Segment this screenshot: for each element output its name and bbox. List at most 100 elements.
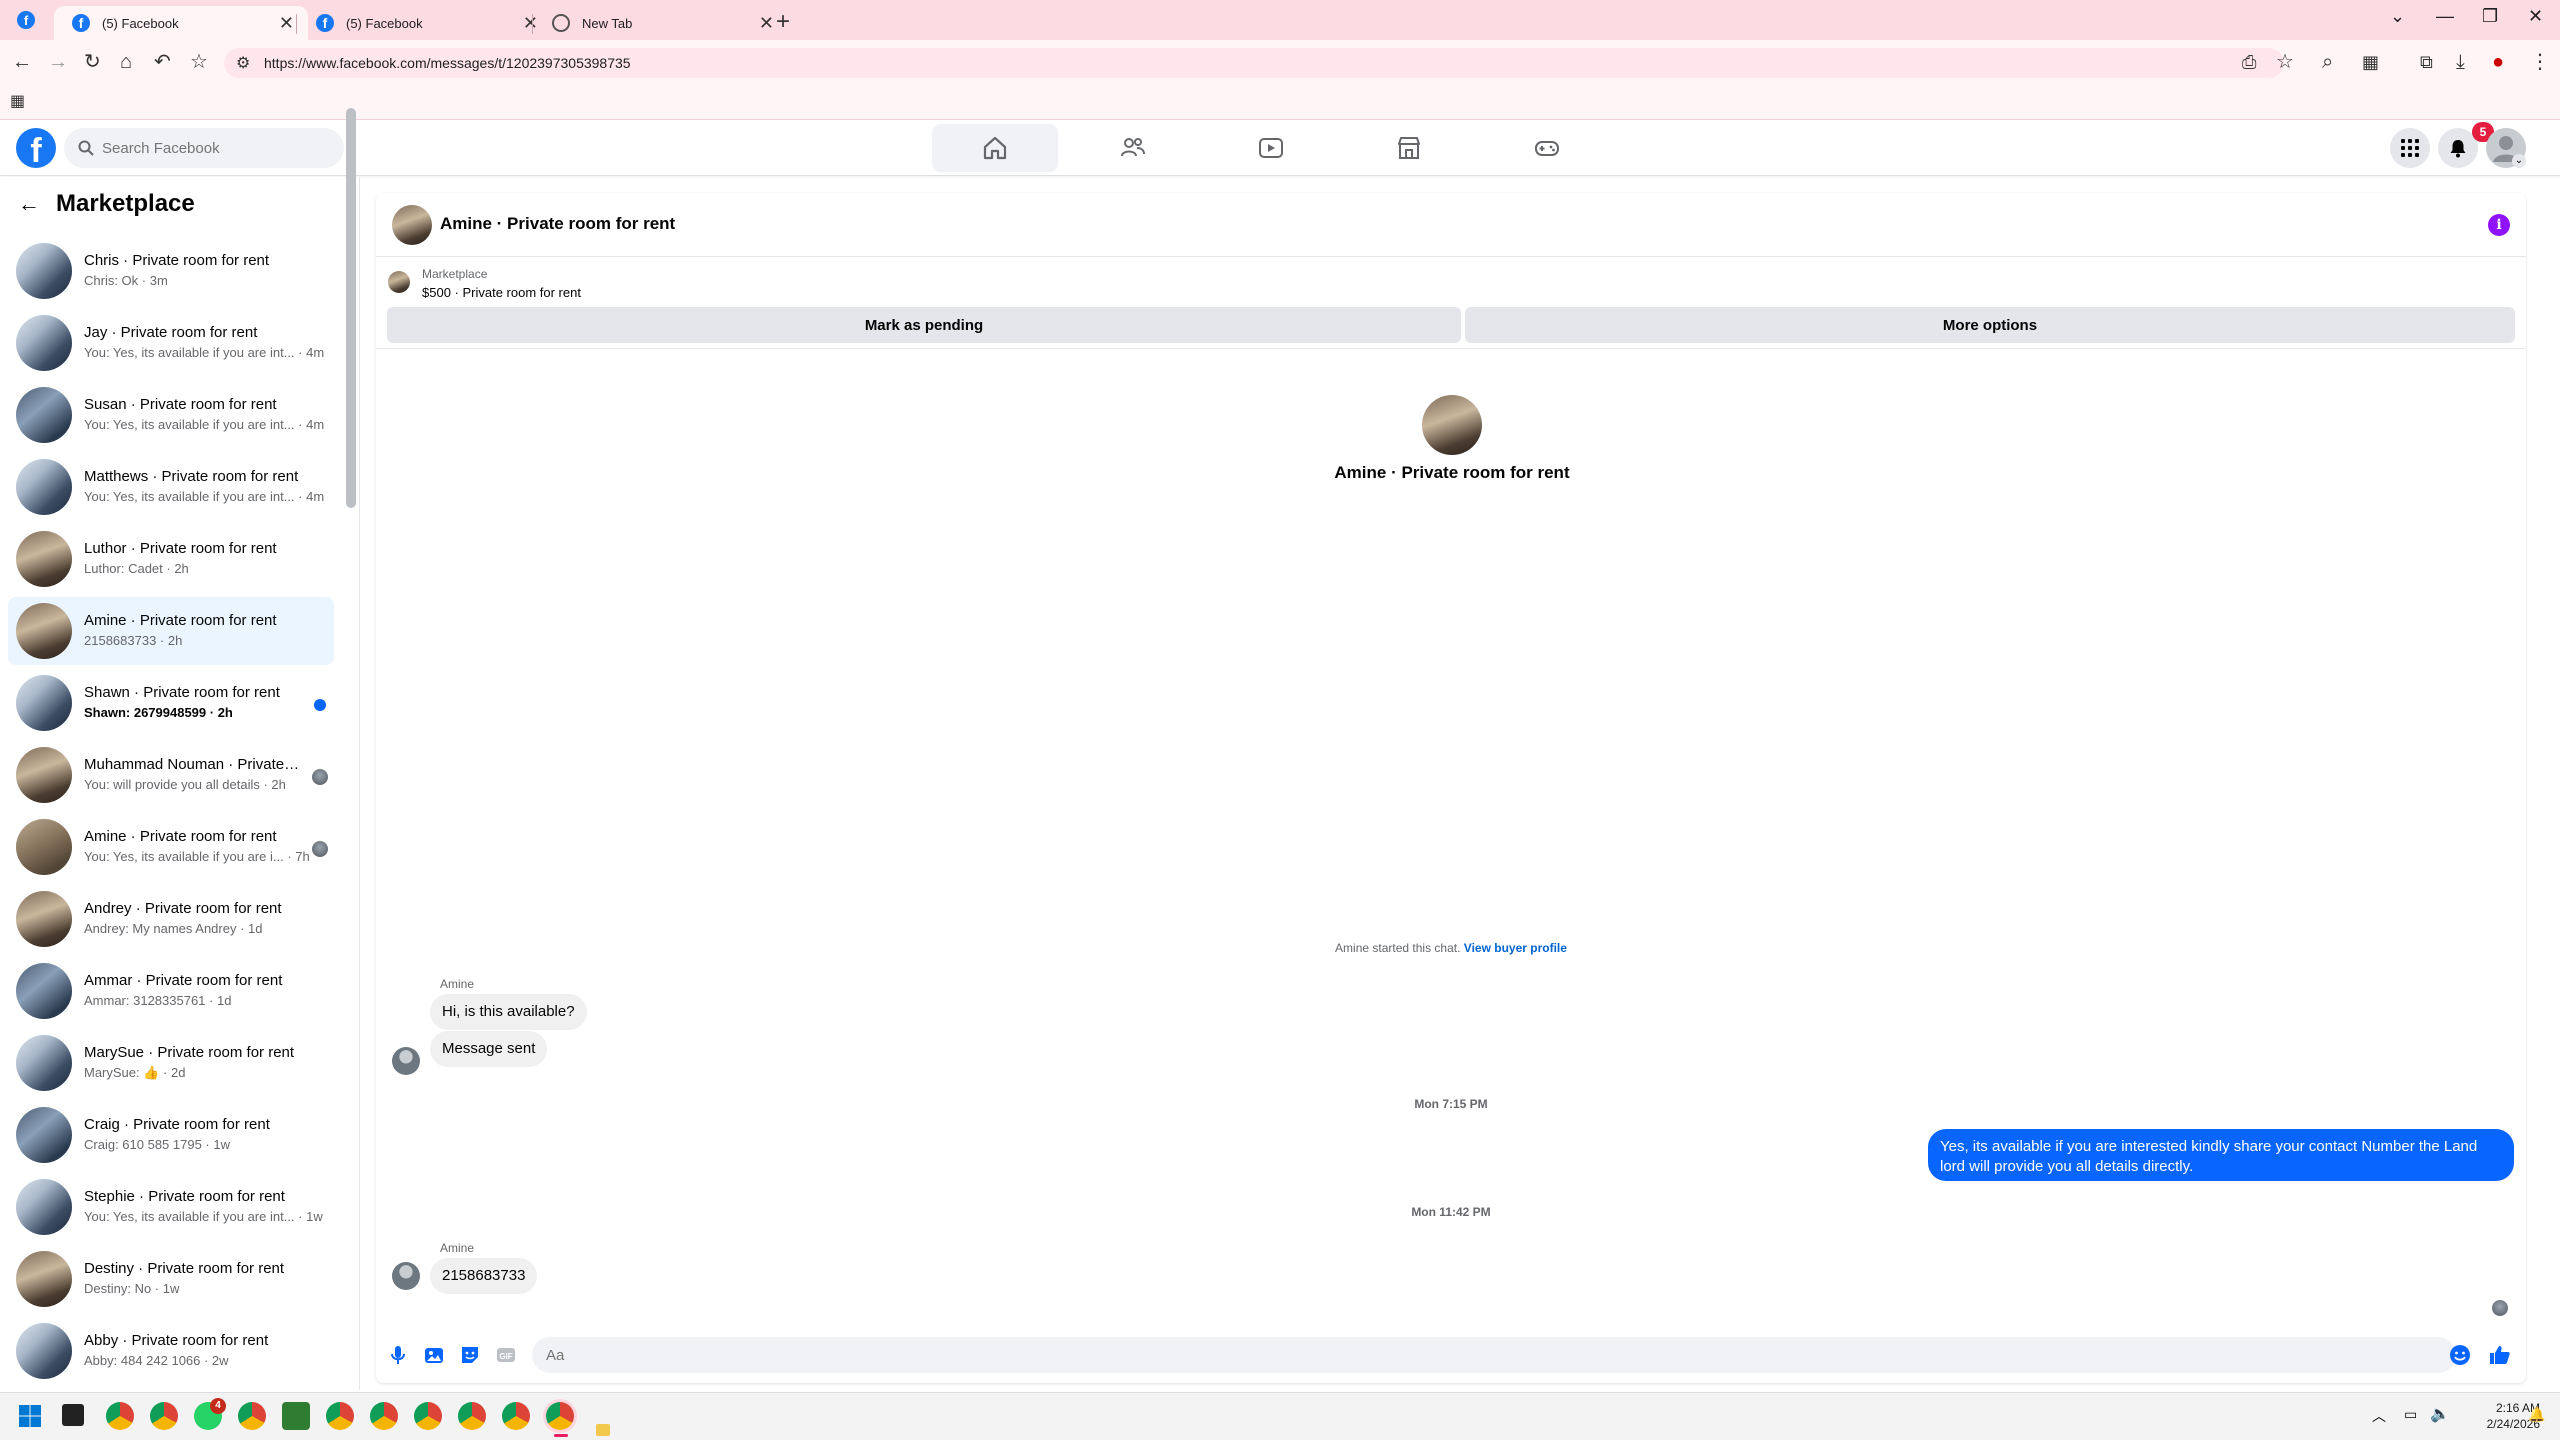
download-icon[interactable]: ⤓ xyxy=(2456,50,2465,74)
info-icon[interactable]: i xyxy=(2488,214,2510,236)
undo-icon[interactable]: ↶ xyxy=(154,50,171,74)
network-icon[interactable]: ▭ xyxy=(2404,1406,2417,1423)
chrome-taskbar-icon[interactable] xyxy=(150,1402,178,1430)
conversation-item[interactable]: Matthews · Private room for rent You: Yes… xyxy=(8,453,334,521)
notification-bell-icon[interactable]: 🔔 xyxy=(2528,1406,2545,1423)
bookmark-page-icon[interactable]: ☆ xyxy=(2276,50,2294,74)
close-window-icon[interactable]: ✕ xyxy=(2528,6,2543,27)
conversation-item[interactable]: Andrey · Private room for rent Andrey: My… xyxy=(8,885,334,953)
restore-window-icon[interactable]: ❐ xyxy=(2482,6,2498,27)
microphone-icon[interactable] xyxy=(386,1343,410,1367)
conversation-item[interactable]: Stephie · Private room for rent You: Yes,… xyxy=(8,1173,334,1241)
browser-menu-icon[interactable]: ⋮ xyxy=(2530,50,2550,74)
nav-gaming[interactable] xyxy=(1484,124,1610,172)
conversation-item[interactable]: Amine · Private room for rent 2158683733 … xyxy=(8,597,334,665)
sheets-taskbar-icon[interactable] xyxy=(282,1402,310,1430)
browser-tab-facebook-2[interactable]: f (5) Facebook ✕ xyxy=(298,6,552,40)
photo-icon[interactable] xyxy=(422,1343,446,1367)
view-buyer-profile-link[interactable]: View buyer profile xyxy=(1464,941,1567,955)
conversation-item[interactable]: Luthor · Private room for rent Luthor: Ca… xyxy=(8,525,334,593)
listing-thumbnail[interactable] xyxy=(388,271,410,293)
browser-tab-facebook-1[interactable]: f (5) Facebook ✕ xyxy=(54,6,308,40)
tab-search-icon[interactable]: f xyxy=(16,10,36,35)
conversation-item[interactable]: Destiny · Private room for rent Destiny: … xyxy=(8,1245,334,1313)
crop-screenshot-icon[interactable]: ⧉ xyxy=(2420,50,2433,74)
account-chevron-down-icon[interactable]: ⌄ xyxy=(2512,154,2526,168)
extensions-icon[interactable]: ▦ xyxy=(2362,50,2379,74)
chat-title[interactable]: Amine · Private room for rent xyxy=(440,214,675,234)
chrome-taskbar-icon[interactable] xyxy=(106,1402,134,1430)
sidebar-scrollbar-thumb[interactable] xyxy=(346,108,356,508)
conversation-preview: Destiny: No · 1w xyxy=(84,1281,180,1296)
emoji-icon[interactable] xyxy=(2448,1343,2472,1367)
tray-chevron-up-icon[interactable]: ︿ xyxy=(2372,1406,2386,1426)
tab-list-chevron-icon[interactable]: ⌄ xyxy=(2390,6,2405,27)
minimize-window-icon[interactable]: — xyxy=(2436,6,2454,27)
nav-watch[interactable] xyxy=(1208,124,1334,172)
chrome-taskbar-icon[interactable] xyxy=(458,1402,486,1430)
nav-home[interactable] xyxy=(932,124,1058,172)
profile-icon[interactable]: ● xyxy=(2492,50,2504,74)
chrome-taskbar-icon[interactable] xyxy=(326,1402,354,1430)
conversation-item[interactable]: Ammar · Private room for rent Ammar: 3128… xyxy=(8,957,334,1025)
conversation-hero-avatar[interactable] xyxy=(1422,395,1482,455)
facebook-logo[interactable]: f xyxy=(16,128,56,168)
new-tab-button[interactable]: + xyxy=(776,8,790,36)
bookmark-star-icon[interactable]: ☆ xyxy=(190,50,208,74)
mark-as-pending-button[interactable]: Mark as pending xyxy=(387,307,1461,343)
install-app-icon[interactable]: ⎙ xyxy=(2242,50,2256,74)
conversation-item[interactable]: Jay · Private room for rent You: Yes, its… xyxy=(8,309,334,377)
conversation-sidebar: ← Marketplace Chris · Private room for r… xyxy=(0,177,360,1390)
folder-taskbar-icon[interactable] xyxy=(596,1424,610,1436)
windows-start-icon[interactable] xyxy=(18,1404,42,1433)
facebook-search[interactable] xyxy=(64,128,344,168)
chrome-taskbar-icon-active[interactable] xyxy=(546,1402,574,1430)
conversation-item[interactable]: Chris · Private room for rent Chris: Ok ·… xyxy=(8,237,334,305)
conversation-name: Jay · Private room for rent xyxy=(84,324,258,341)
chrome-taskbar-icon[interactable] xyxy=(238,1402,266,1430)
conversation-item[interactable]: Muhammad Nouman · Private room for rent Y… xyxy=(8,741,334,809)
conversation-item[interactable]: Craig · Private room for rent Craig: 610 … xyxy=(8,1101,334,1169)
incoming-message[interactable]: Message sent xyxy=(430,1031,548,1067)
url-text[interactable]: https://www.facebook.com/messages/t/1202… xyxy=(264,55,631,71)
thumbs-up-icon[interactable] xyxy=(2488,1343,2512,1367)
gif-icon[interactable]: GIF xyxy=(494,1343,518,1367)
incoming-message[interactable]: Hi, is this available? xyxy=(430,994,587,1030)
home-button-icon[interactable]: ⌂ xyxy=(120,50,132,74)
conversation-item[interactable]: MarySue · Private room for rent MarySue: … xyxy=(8,1029,334,1097)
message-input[interactable] xyxy=(532,1337,2456,1373)
sticker-icon[interactable] xyxy=(458,1343,482,1367)
nav-friends[interactable] xyxy=(1070,124,1196,172)
back-icon[interactable]: ← xyxy=(12,50,32,74)
chrome-taskbar-icon[interactable] xyxy=(502,1402,530,1430)
conversation-thumbnail xyxy=(16,387,72,443)
conversation-item[interactable]: Shawn · Private room for rent Shawn: 2679… xyxy=(8,669,334,737)
conversation-item[interactable]: Abby · Private room for rent Abby: 484 24… xyxy=(8,1317,334,1385)
incoming-message[interactable]: 2158683733 xyxy=(430,1258,538,1294)
site-info-icon[interactable]: ⚙ xyxy=(236,52,250,76)
back-arrow-icon[interactable]: ← xyxy=(18,191,40,217)
nav-marketplace[interactable] xyxy=(1346,124,1472,172)
close-tab-icon[interactable]: ✕ xyxy=(759,13,774,34)
conversation-item[interactable]: Amine · Private room for rent You: Yes, i… xyxy=(8,813,334,881)
browser-tab-new-tab[interactable]: New Tab ✕ xyxy=(534,6,788,40)
more-options-button[interactable]: More options xyxy=(1465,307,2515,343)
task-view-icon[interactable] xyxy=(62,1404,84,1426)
volume-icon[interactable]: 🔈 xyxy=(2430,1404,2450,1424)
forward-icon[interactable]: → xyxy=(48,50,68,74)
conversation-item[interactable]: Susan · Private room for rent You: Yes, i… xyxy=(8,381,334,449)
listing-title[interactable]: $500 · Private room for rent xyxy=(422,285,581,300)
chrome-taskbar-icon[interactable] xyxy=(414,1402,442,1430)
chat-avatar[interactable] xyxy=(392,205,432,245)
menu-button[interactable] xyxy=(2390,128,2430,168)
search-input[interactable] xyxy=(102,139,302,157)
conversation-preview: You: will provide you all details · 2h xyxy=(84,777,286,792)
sender-avatar[interactable] xyxy=(392,1047,420,1075)
chrome-taskbar-icon[interactable] xyxy=(370,1402,398,1430)
outgoing-message[interactable]: Yes, its available if you are interested… xyxy=(1928,1129,2514,1181)
zoom-search-icon[interactable]: ⌕ xyxy=(2322,50,2333,74)
apps-grid-icon[interactable]: ▦ xyxy=(10,90,25,114)
close-tab-icon[interactable]: ✕ xyxy=(279,13,294,34)
sender-avatar[interactable] xyxy=(392,1262,420,1290)
reload-icon[interactable]: ↻ xyxy=(84,50,101,74)
